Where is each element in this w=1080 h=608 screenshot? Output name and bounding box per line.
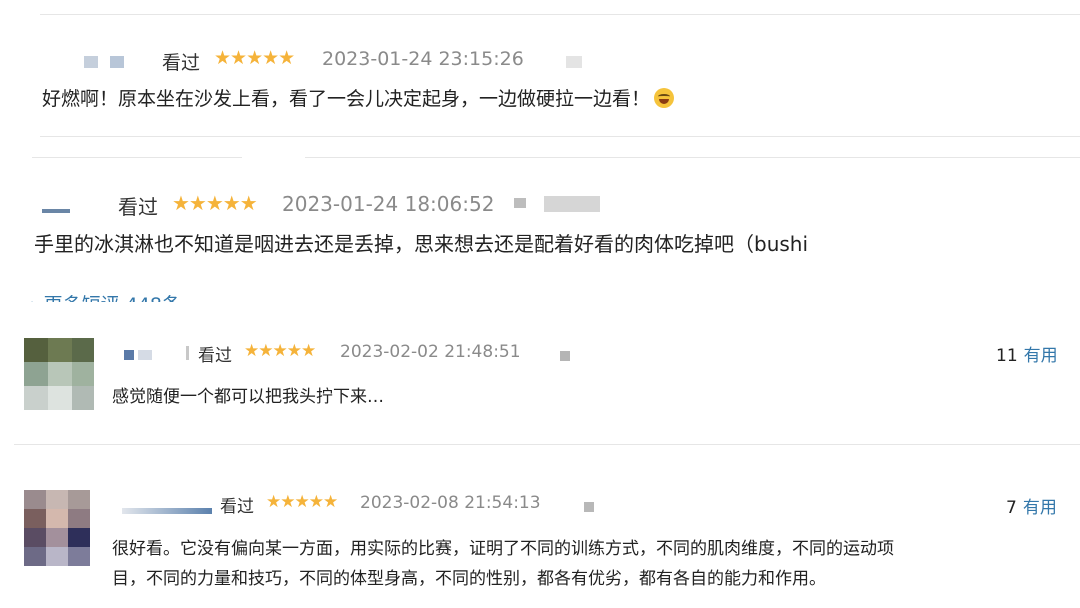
comment-content-line-2: 目，不同的力量和技巧，不同的体型身高，不同的性别，都各有优劣，都有各自的能力和作… (112, 569, 826, 589)
vote-count: 7 (1006, 498, 1017, 518)
comment-time: 2023-02-02 21:48:51 (340, 342, 521, 362)
watch-status: 看过 (220, 497, 254, 517)
watch-status: 看过 (162, 52, 201, 74)
rofl-emoji-icon (654, 88, 675, 108)
comment-content: 感觉随便一个都可以把我头拧下来… (112, 387, 384, 407)
watch-status: 看过 (118, 195, 158, 219)
username-masked-2 (110, 56, 124, 68)
comment-content-line-1: 很好看。它没有偏向某一方面，用实际的比赛，证明了不同的训练方式，不同的肌肉维度，… (112, 539, 894, 559)
vote-area: 7 有用 (1006, 493, 1057, 518)
avatar[interactable] (24, 490, 90, 566)
rating-stars: ★★★★★ (266, 492, 338, 512)
divider-3 (14, 444, 1080, 445)
comment-content: 好燃啊！原本坐在沙发上看，看了一会儿决定起身，一边做硬拉一边看！ (42, 84, 675, 111)
username-masked-2 (138, 350, 152, 360)
watch-status: 看过 (198, 346, 232, 366)
vote-area: 11 有用 (996, 341, 1058, 366)
useful-vote-button[interactable]: 有用 (1023, 498, 1057, 518)
username-masked[interactable] (84, 56, 98, 68)
masked-info (566, 56, 582, 68)
username-masked[interactable] (122, 508, 212, 514)
username-masked-3 (186, 346, 189, 360)
vote-count: 11 (996, 346, 1018, 366)
username-masked[interactable] (42, 209, 70, 213)
more-comments-label: 更多短评 448条 (44, 294, 181, 302)
masked-info (514, 198, 526, 208)
more-comments-link[interactable]: › 更多短评 448条 (30, 290, 181, 302)
username-masked[interactable] (124, 350, 134, 360)
comment-time: 2023-01-24 23:15:26 (322, 48, 524, 70)
rating-stars: ★★★★★ (214, 47, 295, 69)
divider-2b (305, 157, 1080, 158)
divider-1 (40, 136, 1080, 137)
divider-top (40, 14, 1080, 15)
comment-time: 2023-01-24 18:06:52 (282, 192, 495, 216)
useful-vote-button[interactable]: 有用 (1024, 346, 1058, 366)
divider-2a (32, 157, 242, 158)
masked-info-2 (544, 196, 600, 212)
comment-content: 手里的冰淇淋也不知道是咽进去还是丢掉，思来想去还是配着好看的肉体吃掉吧（bush… (34, 232, 809, 256)
more-comments-clip: › 更多短评 448条 (30, 286, 330, 302)
arrow-icon: › (30, 294, 44, 302)
masked-info (560, 351, 570, 361)
rating-stars: ★★★★★ (172, 191, 258, 215)
rating-stars: ★★★★★ (244, 341, 316, 361)
avatar[interactable] (24, 338, 94, 410)
masked-info (584, 502, 594, 512)
comment-time: 2023-02-08 21:54:13 (360, 493, 541, 513)
